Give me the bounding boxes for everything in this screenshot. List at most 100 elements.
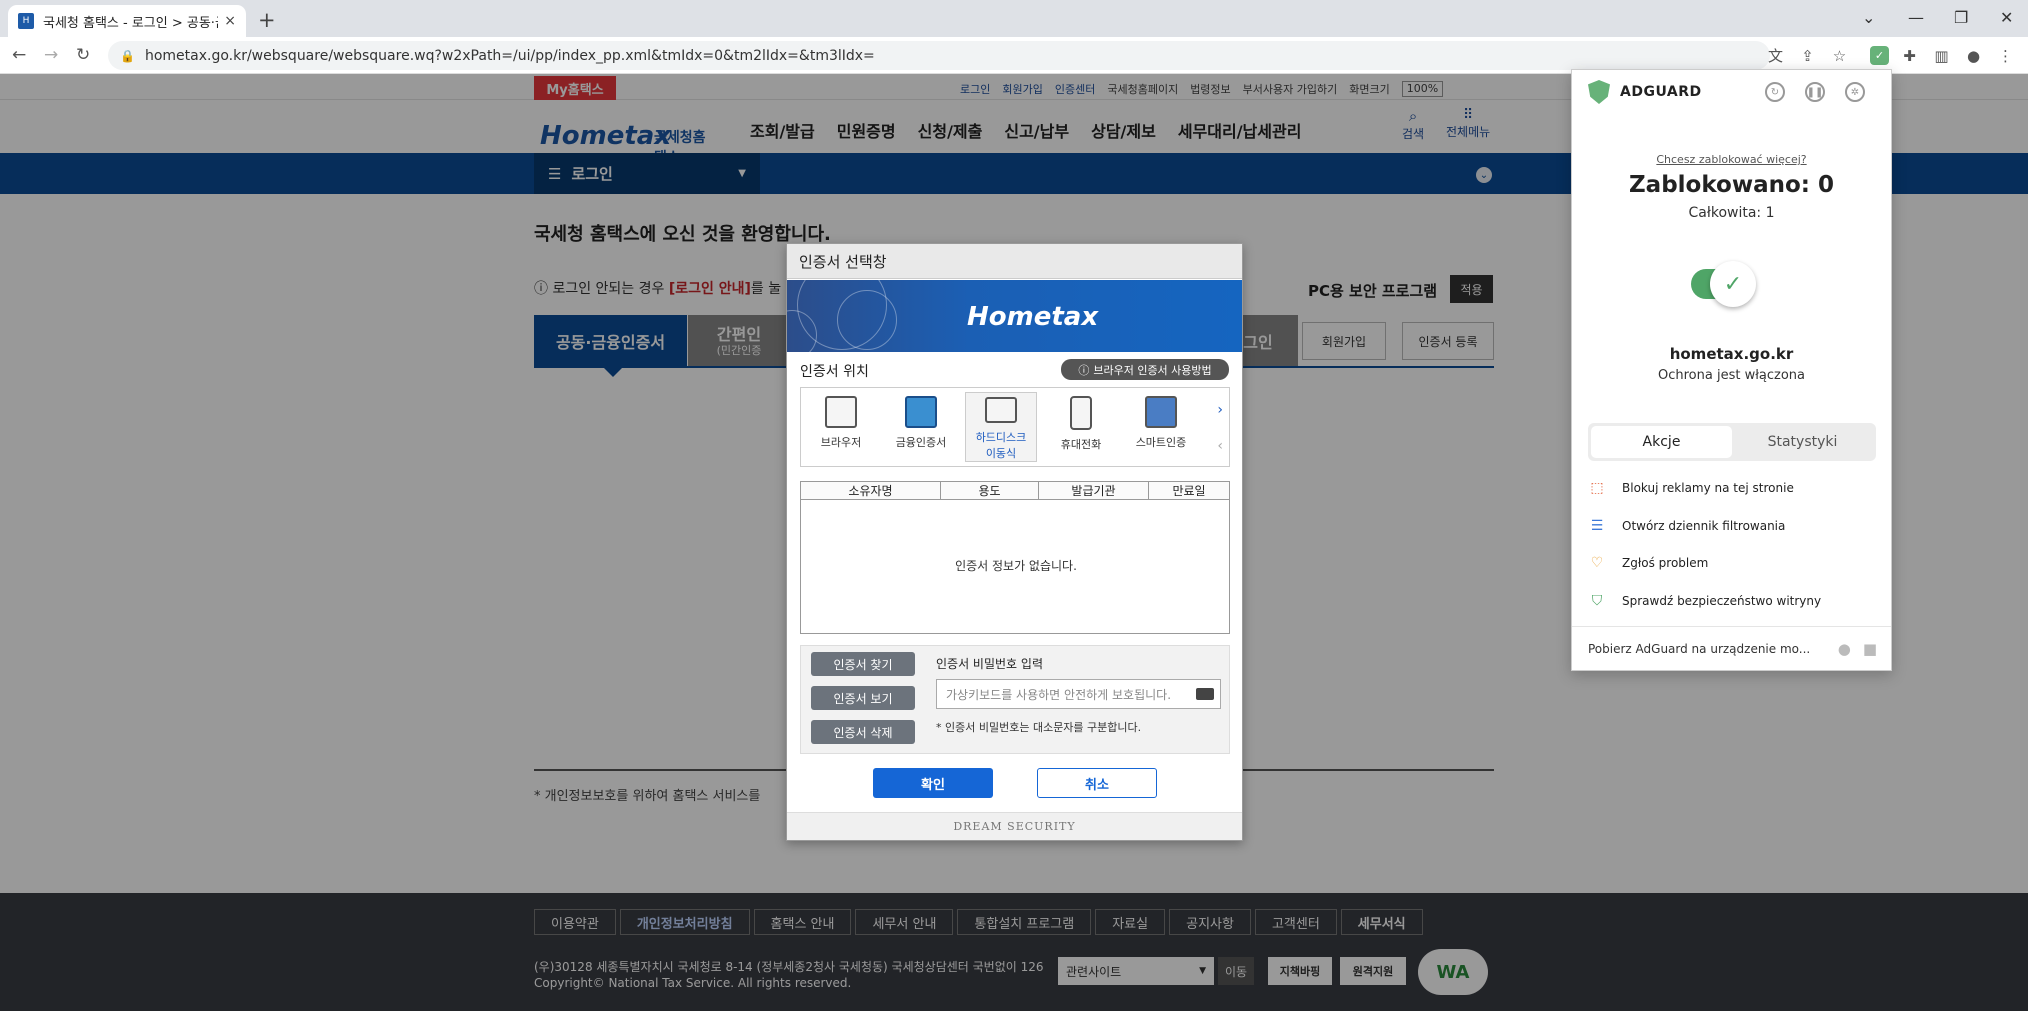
android-icon[interactable]: ■ [1863,640,1877,658]
cert-password-input[interactable]: 가상키보드를 사용하면 안전하게 보호됩니다. [936,679,1221,709]
virtual-keyboard-icon[interactable] [1196,688,1214,700]
minimize-icon[interactable]: — [1908,8,1924,27]
cert-location-selector: 브라우저 금융인증서 하드디스크 이동식 휴대전화 스마트인증 › ‹ [800,387,1230,467]
check-icon[interactable]: ✓ [1710,261,1756,307]
item-label: Otwórz dziennik filtrowania [1622,519,1786,533]
browser-menu-icon[interactable]: ⋮ [1996,46,2015,65]
location-harddisk[interactable]: 하드디스크 이동식 [965,392,1037,462]
location-label: 브라우저 [820,436,862,449]
filter-log-item[interactable]: ☰ Otwórz dziennik filtrowania [1588,517,1786,535]
total-count: Całkowita: 1 [1688,205,1775,221]
item-label: Sprawdź bezpieczeństwo witryny [1622,594,1822,608]
url-bar[interactable]: 🔒 hometax.go.kr/websquare/websquare.wq?w… [108,41,1770,70]
extensions-puzzle-icon[interactable]: ✚ [1900,46,1919,65]
block-more-link[interactable]: Chcesz zablokować więcej? [1572,153,1891,166]
adguard-name: ADGUARD [1620,84,1702,100]
blocked-count: Zablokowano: 0 [1629,172,1834,198]
adguard-extension-icon[interactable]: ✓ [1870,46,1889,65]
report-problem-item[interactable]: ♡ Zgłoś problem [1588,554,1709,572]
tab-close-icon[interactable]: × [224,13,236,29]
refresh-icon[interactable]: ↻ [1765,82,1785,102]
harddisk-usb-icon [985,397,1017,423]
back-icon[interactable]: ← [12,45,26,65]
adguard-popup: ADGUARD ↻ ❚❚ ✲ Chcesz zablokować więcej?… [1571,69,1892,671]
financial-cert-icon [905,396,937,428]
chevron-left-icon[interactable]: ‹ [1217,438,1223,454]
browser-tab-bar: H 국세청 홈택스 - 로그인 > 공동·금 × + ⌄ — ❐ ✕ [0,0,2028,37]
find-cert-button[interactable]: 인증서 찾기 [811,652,915,676]
block-ads-item[interactable]: ⬚ Blokuj reklamy na tej stronie [1588,479,1794,497]
how-to-label: 브라우저 인증서 사용방법 [1093,363,1212,377]
profile-avatar-icon[interactable]: ● [1964,46,1983,65]
new-tab-button[interactable]: + [258,8,276,32]
password-note: * 인증서 비밀번호는 대소문자를 구분합니다. [936,721,1142,734]
adguard-tabs: Akcje Statystyki [1588,423,1876,461]
pause-icon[interactable]: ❚❚ [1805,82,1825,102]
location-label: 스마트인증 [1135,436,1187,449]
location-financial-cert[interactable]: 금융인증서 [885,392,957,462]
list-icon: ☰ [1590,518,1604,534]
restore-icon[interactable]: ❐ [1954,8,1968,27]
help-icon: ⓘ [1078,363,1090,377]
password-label: 인증서 비밀번호 입력 [936,657,1043,671]
cancel-button[interactable]: 취소 [1037,768,1157,798]
share-icon[interactable]: ⇪ [1798,46,1817,65]
tab-search-icon[interactable]: ⌄ [1862,8,1875,27]
url-text: hometax.go.kr/websquare/websquare.wq?w2x… [144,47,875,64]
adguard-shield-icon [1588,80,1610,104]
protection-status: Ochrona jest włączona [1657,368,1805,383]
location-label: 금융인증서 [895,436,947,449]
password-placeholder: 가상키보드를 사용하면 안전하게 보호됩니다. [946,687,1172,702]
page-bottom [0,1011,2028,1028]
reload-icon[interactable]: ↻ [76,45,90,65]
browser-tab[interactable]: H 국세청 홈택스 - 로그인 > 공동·금 × [8,5,246,37]
download-mobile-label: Pobierz AdGuard na urządzenie mo... [1588,641,1811,656]
apple-icon[interactable]: ● [1838,640,1851,658]
tab-actions[interactable]: Akcje [1591,426,1732,458]
hometax-favicon-icon: H [18,13,34,29]
lock-icon[interactable]: 🔒 [120,49,135,63]
location-smart-cert[interactable]: 스마트인증 [1125,392,1197,462]
tab-title: 국세청 홈택스 - 로그인 > 공동·금 [43,15,219,31]
view-cert-button[interactable]: 인증서 보기 [811,686,915,710]
check-security-item[interactable]: ⛉ Sprawdź bezpieczeństwo witryny [1588,592,1821,610]
confirm-button[interactable]: 확인 [873,768,993,798]
dialog-banner: Hometax [787,280,1242,352]
translate-icon[interactable]: 文 [1766,46,1785,65]
table-header: 소유자명 용도 발급기관 만료일 [801,482,1229,500]
smart-cert-icon [1145,396,1177,428]
location-browser[interactable]: 브라우저 [805,392,877,462]
cert-table: 소유자명 용도 발급기관 만료일 인증서 정보가 없습니다. [800,481,1230,634]
bookmark-star-icon[interactable]: ☆ [1830,46,1849,65]
forward-icon[interactable]: → [44,45,58,65]
col-usage[interactable]: 용도 [941,482,1039,499]
delete-cert-button[interactable]: 인증서 삭제 [811,720,915,744]
browser-window-icon [825,396,857,428]
location-label: 휴대전화 [1060,438,1102,451]
cert-action-panel: 인증서 찾기 인증서 보기 인증서 삭제 인증서 비밀번호 입력 가상키보드를 … [800,645,1230,754]
adguard-footer[interactable]: Pobierz AdGuard na urządzenie mo... ● ■ [1572,626,1891,670]
block-cursor-icon: ⬚ [1590,480,1604,496]
dialog-title: 인증서 선택창 [787,244,1242,279]
col-owner[interactable]: 소유자명 [801,482,941,499]
thumbs-down-icon: ♡ [1590,555,1604,571]
location-mobile[interactable]: 휴대전화 [1045,392,1117,462]
col-expiry[interactable]: 만료일 [1149,482,1229,499]
sidebar-icon[interactable]: ▥ [1932,46,1951,65]
chevron-right-icon[interactable]: › [1217,402,1223,418]
vendor-logo: DREAM SECURITY [787,812,1242,840]
tab-statistics[interactable]: Statystyki [1732,426,1873,458]
banner-logo: Hometax [967,302,1099,332]
settings-gear-icon[interactable]: ✲ [1845,82,1865,102]
how-to-button[interactable]: ⓘ 브라우저 인증서 사용방법 [1061,359,1229,380]
adguard-header: ADGUARD ↻ ❚❚ ✲ [1572,70,1891,114]
col-issuer[interactable]: 발급기관 [1039,482,1149,499]
shield-icon: ⛉ [1591,593,1603,609]
item-label: Zgłoś problem [1622,556,1709,570]
banner-decoration [837,290,897,350]
close-window-icon[interactable]: ✕ [2000,8,2013,27]
item-label: Blokuj reklamy na tej stronie [1622,481,1794,495]
os-icons: ● ■ [1838,640,1877,658]
empty-message: 인증서 정보가 없습니다. [955,559,1077,573]
cert-select-dialog: 인증서 선택창 Hometax 인증서 위치 ⓘ 브라우저 인증서 사용방법 브… [786,243,1243,841]
